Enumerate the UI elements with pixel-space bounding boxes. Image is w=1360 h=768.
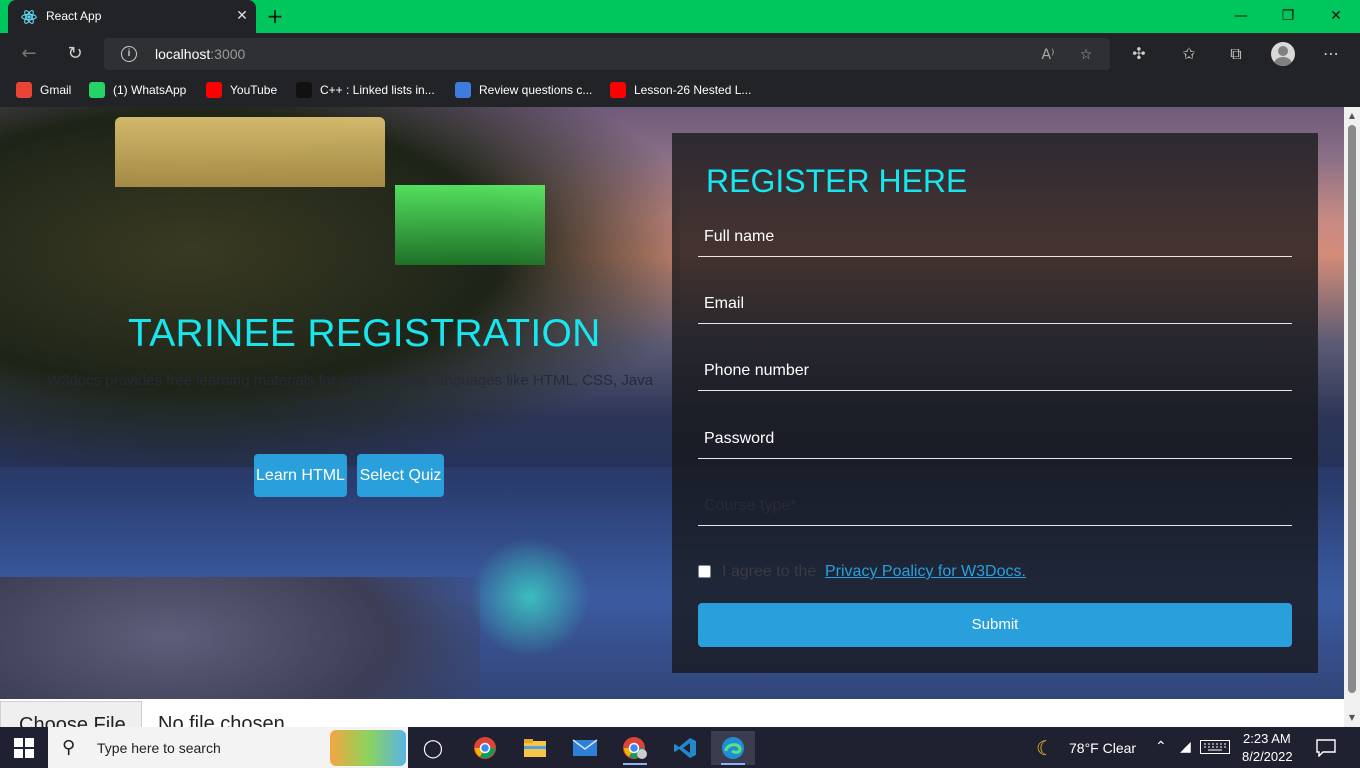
edge-icon[interactable] — [711, 731, 755, 765]
browser-tab-strip: React App ✕ + — ❐ ✕ — [0, 0, 1360, 33]
agree-checkbox[interactable] — [698, 565, 711, 578]
windows-start-icon[interactable] — [14, 738, 34, 758]
file-explorer-icon[interactable] — [513, 731, 557, 765]
select-quiz-button[interactable]: Select Quiz — [357, 454, 444, 497]
tab-title: React App — [46, 9, 102, 23]
bookmark-label: YouTube — [230, 83, 278, 97]
register-heading: REGISTER HERE — [706, 163, 968, 199]
full-name-field[interactable]: Full name — [698, 217, 1292, 257]
phone-placeholder: Phone number — [704, 362, 809, 379]
cpp-site-icon — [296, 82, 312, 98]
bookmarks-bar: Gmail (1) WhatsApp YouTube C++ : Linked lis… — [0, 74, 1360, 107]
course-type-placeholder: Course type* — [704, 497, 797, 514]
restore-icon[interactable]: ❐ — [1277, 6, 1299, 26]
background-photo-glow — [470, 537, 590, 657]
course-type-select[interactable]: Course type* ⌄ — [698, 486, 1292, 526]
whatsapp-icon — [89, 82, 105, 98]
full-name-placeholder: Full name — [704, 228, 775, 245]
agree-text: I agree to the — [722, 563, 817, 580]
url-text[interactable]: localhost:3000 — [155, 46, 245, 62]
window-close-icon[interactable]: ✕ — [1325, 6, 1347, 26]
hero-description: W3docs provides free learning materials … — [46, 372, 654, 413]
vscode-icon[interactable] — [663, 731, 707, 765]
task-view-icon[interactable]: ◯ — [411, 731, 455, 765]
more-options-icon[interactable]: ⋯ — [1320, 43, 1342, 65]
bookmark-label: C++ : Linked lists in... — [320, 83, 435, 97]
moon-icon: ☾ — [1036, 738, 1054, 760]
agree-row: I agree to the Privacy Poalicy for W3Doc… — [698, 563, 1292, 583]
browser-toolbar: ← ↻ i localhost:3000 A⁾ ☆ ✣ ✩ ⧉ ⋯ — [0, 33, 1360, 74]
add-favorite-icon[interactable]: ☆ — [1076, 45, 1096, 65]
bookmark-item[interactable]: (1) WhatsApp — [89, 80, 186, 100]
bookmark-item[interactable]: Review questions c... — [455, 80, 592, 100]
tab-close-icon[interactable]: ✕ — [234, 7, 250, 25]
privacy-policy-link[interactable]: Privacy Poalicy for W3Docs. — [825, 563, 1026, 581]
phone-number-field[interactable]: Phone number — [698, 351, 1292, 391]
bookmark-item[interactable]: YouTube — [206, 80, 277, 100]
page-background: TARINEE REGISTRATION W3docs provides fre… — [0, 107, 1344, 727]
site-info-icon[interactable]: i — [121, 46, 137, 62]
search-icon: ⚲ — [62, 737, 76, 758]
learn-html-button[interactable]: Learn HTML — [254, 454, 347, 497]
bookmark-item[interactable]: Lesson-26 Nested L... — [610, 80, 751, 100]
page-scrollbar[interactable]: ▲ ▼ — [1344, 107, 1360, 727]
bookmark-label: Gmail — [40, 83, 72, 97]
email-placeholder: Email — [704, 295, 745, 312]
password-field[interactable]: Password — [698, 419, 1292, 459]
email-field[interactable]: Email — [698, 284, 1292, 324]
profile-avatar[interactable] — [1271, 42, 1295, 66]
chevron-down-icon: ⌄ — [1276, 500, 1286, 513]
new-tab-button[interactable]: + — [264, 5, 286, 27]
bookmark-label: Lesson-26 Nested L... — [634, 83, 752, 97]
taskbar-search-box[interactable]: ⚲ Type here to search — [48, 727, 408, 768]
read-aloud-icon[interactable]: A⁾ — [1038, 45, 1058, 65]
youtube-icon — [610, 82, 626, 98]
bookmark-label: Review questions c... — [479, 83, 593, 97]
clock-date: 8/2/2022 — [1242, 749, 1293, 764]
favorites-icon[interactable]: ✩ — [1178, 43, 1200, 65]
background-photo-building — [115, 117, 385, 187]
collections-icon[interactable]: ⧉ — [1225, 43, 1247, 65]
scroll-down-icon[interactable]: ▼ — [1347, 713, 1357, 723]
browser-tab[interactable]: React App ✕ — [8, 0, 256, 33]
youtube-icon — [206, 82, 222, 98]
back-icon[interactable]: ← — [17, 42, 41, 66]
chrome-icon[interactable] — [463, 731, 507, 765]
scroll-up-icon[interactable]: ▲ — [1347, 111, 1357, 121]
doc-icon — [455, 82, 471, 98]
weather-text: 78°F Clear — [1069, 740, 1137, 756]
file-status: No file chosen — [158, 713, 285, 727]
extensions-icon[interactable]: ✣ — [1128, 43, 1150, 65]
gmail-icon — [16, 82, 32, 98]
password-placeholder: Password — [704, 430, 775, 447]
clock[interactable]: 2:23 AM 8/2/2022 — [1240, 727, 1300, 768]
background-photo-green-building — [395, 185, 545, 265]
bookmark-item[interactable]: Gmail — [16, 80, 71, 100]
submit-button[interactable]: Submit — [698, 603, 1292, 647]
url-port: :3000 — [210, 46, 246, 62]
bookmark-label: (1) WhatsApp — [113, 83, 187, 97]
windows-taskbar: ⚲ Type here to search ◯ ☾ 78°F Clear ⌃ ◢… — [0, 727, 1360, 768]
mail-icon[interactable] — [563, 731, 607, 765]
file-input: Choose File No file chosen — [0, 699, 1344, 727]
hero-title: TARINEE REGISTRATION — [128, 312, 601, 355]
react-icon — [21, 10, 37, 24]
address-bar[interactable]: i localhost:3000 A⁾ ☆ — [104, 38, 1110, 70]
search-highlight-icon — [330, 730, 406, 766]
register-panel: REGISTER HERE Full name Email Phone numb… — [672, 133, 1318, 673]
refresh-icon[interactable]: ↻ — [63, 42, 87, 66]
scrollbar-thumb[interactable] — [1348, 125, 1356, 693]
choose-file-button[interactable]: Choose File — [0, 701, 142, 727]
chrome-profile-icon[interactable] — [613, 731, 657, 765]
search-placeholder: Type here to search — [97, 740, 221, 756]
url-host: localhost — [155, 46, 211, 62]
minimize-icon[interactable]: — — [1230, 6, 1252, 26]
clock-time: 2:23 AM — [1243, 731, 1291, 746]
bookmark-item[interactable]: C++ : Linked lists in... — [296, 80, 435, 100]
